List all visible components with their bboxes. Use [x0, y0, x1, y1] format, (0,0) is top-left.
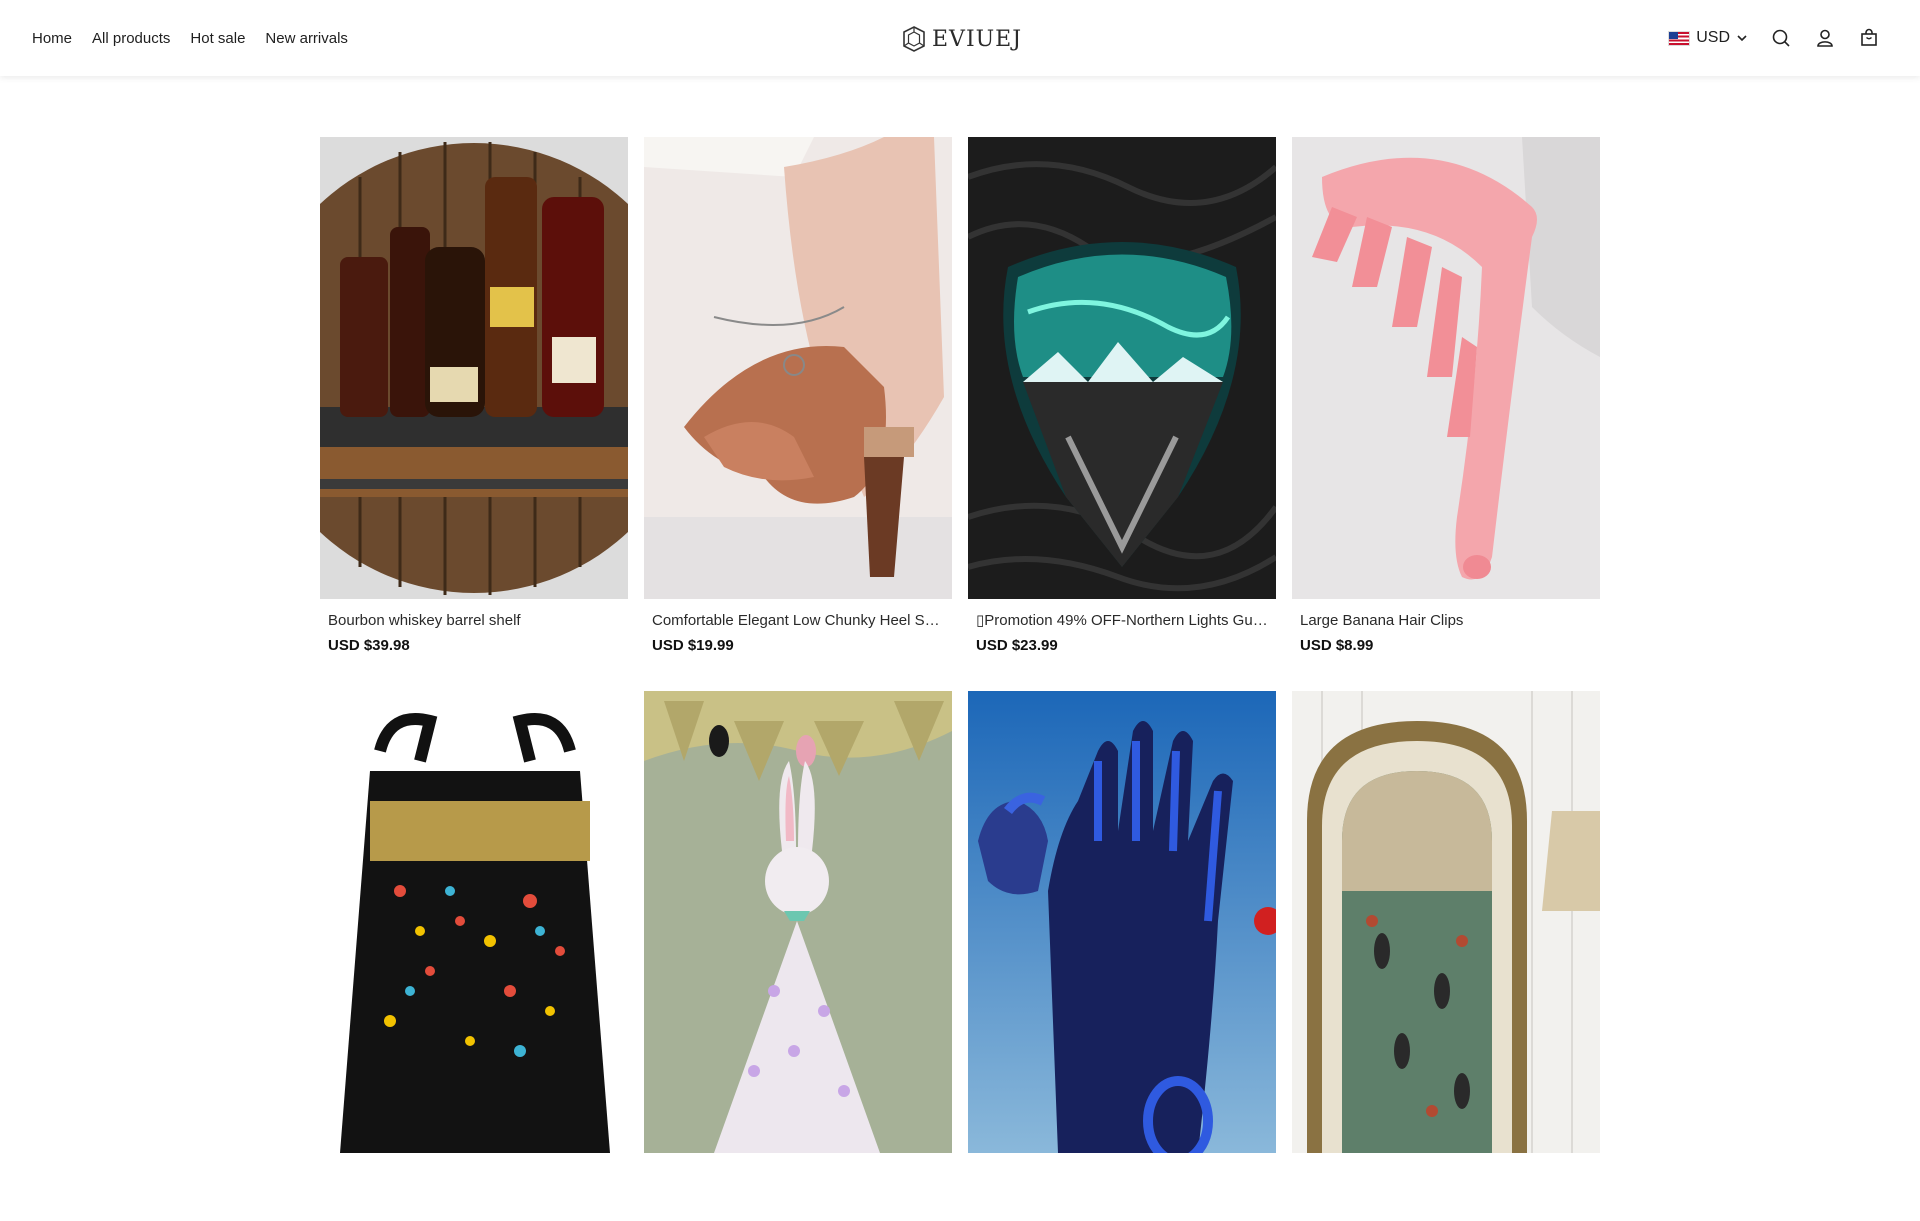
product-card[interactable] [644, 691, 952, 1221]
store-logo[interactable]: EVIUEJ [900, 24, 1022, 54]
product-card[interactable]: ▯Promotion 49% OFF-Northern Lights Guita… [968, 137, 1276, 667]
nav-all-products[interactable]: All products [92, 30, 170, 47]
product-price: USD $19.99 [652, 637, 734, 654]
currency-selector[interactable]: USD [1668, 29, 1748, 47]
nav-hot-sale[interactable]: Hot sale [190, 30, 245, 47]
product-card[interactable] [1292, 691, 1600, 1221]
search-icon[interactable] [1770, 27, 1792, 49]
product-image-ceramic-bunny-tree[interactable] [644, 691, 952, 1153]
product-price: USD $8.99 [1300, 637, 1374, 654]
product-image-whiskey-barrel-shelf[interactable] [320, 137, 628, 599]
product-price: USD $23.99 [976, 637, 1058, 654]
logo-text: EVIUEJ [932, 26, 1023, 52]
product-card[interactable] [968, 691, 1276, 1221]
product-card[interactable]: Bourbon whiskey barrel shelf USD $39.98 [320, 137, 628, 667]
cart-icon[interactable] [1858, 27, 1880, 49]
nav-home[interactable]: Home [32, 30, 72, 47]
product-image-arched-wall-art[interactable] [1292, 691, 1600, 1153]
currency-label: USD [1696, 29, 1730, 46]
us-flag-icon [1668, 30, 1691, 46]
product-title[interactable]: ▯Promotion 49% OFF-Northern Lights Guita… [976, 611, 1268, 631]
product-image-guitar-pick[interactable] [968, 137, 1276, 599]
nav-new-arrivals[interactable]: New arrivals [265, 30, 348, 47]
header-tools: USD [1668, 0, 1880, 76]
logo-icon [903, 26, 925, 52]
main-nav: Home All products Hot sale New arrivals [32, 0, 348, 76]
product-title[interactable]: Bourbon whiskey barrel shelf [328, 611, 620, 631]
product-image-heel-sandal[interactable] [644, 137, 952, 599]
account-icon[interactable] [1814, 27, 1836, 49]
product-image-drawstring-backpack[interactable] [320, 691, 628, 1153]
chevron-down-icon [1737, 35, 1747, 42]
product-image-banana-hair-clip[interactable] [1292, 137, 1600, 599]
product-title[interactable]: Comfortable Elegant Low Chunky Heel Sand… [652, 611, 944, 631]
product-grid: Bourbon whiskey barrel shelf USD $39.98 … [320, 137, 1600, 1221]
product-card[interactable]: Comfortable Elegant Low Chunky Heel Sand… [644, 137, 952, 667]
product-image-winter-gloves[interactable] [968, 691, 1276, 1153]
product-card[interactable] [320, 691, 628, 1221]
product-title[interactable]: Large Banana Hair Clips [1300, 611, 1592, 631]
product-price: USD $39.98 [328, 637, 410, 654]
site-header: Home All products Hot sale New arrivals … [0, 0, 1920, 76]
product-card[interactable]: Large Banana Hair Clips USD $8.99 [1292, 137, 1600, 667]
